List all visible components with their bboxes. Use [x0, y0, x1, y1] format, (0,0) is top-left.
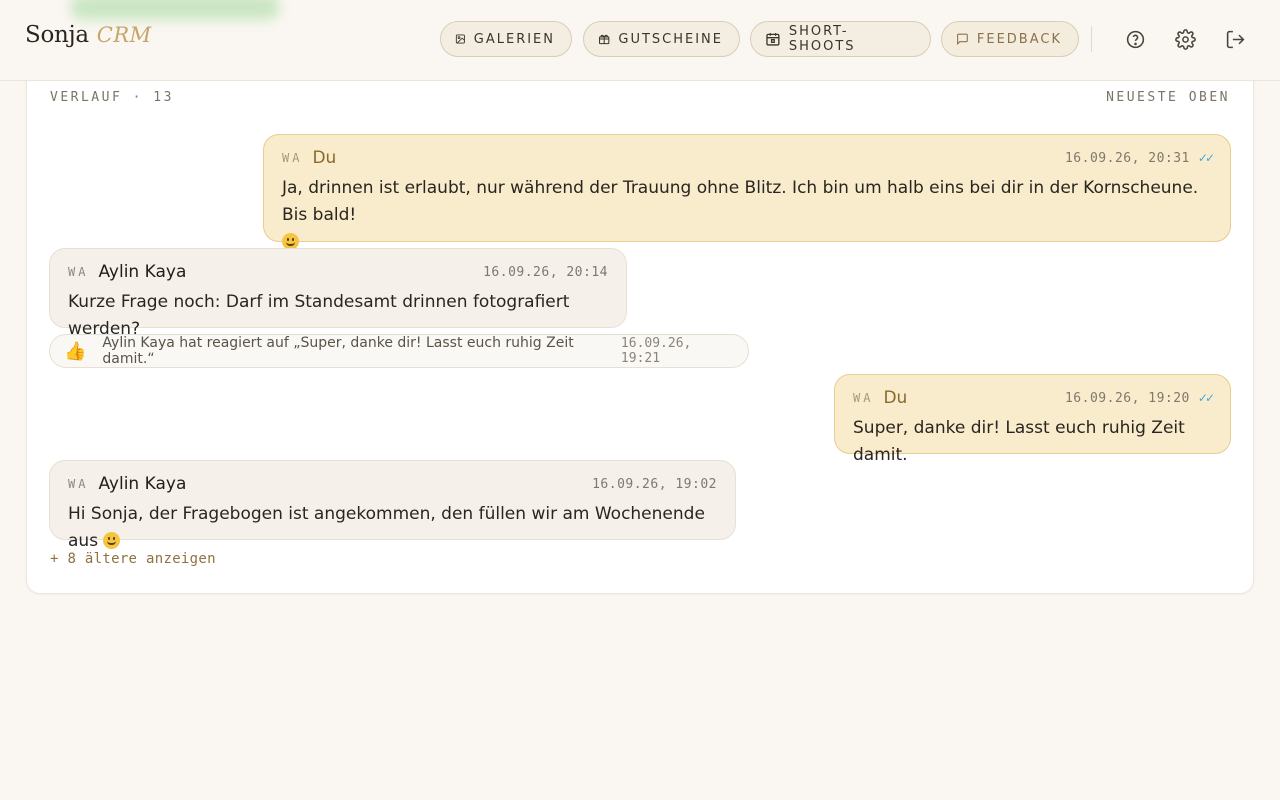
help-circle-icon — [1126, 30, 1144, 48]
sort-order-toggle[interactable]: NEUESTE OBEN — [1106, 90, 1230, 105]
nav-gutscheine-button[interactable]: GUTSCHEINE — [583, 21, 740, 57]
message-source: WA — [68, 477, 89, 491]
reaction-text: Aylin Kaya hat reagiert auf „Super, dank… — [102, 335, 574, 367]
message-text: Kurze Frage noch: Darf im Standesamt dri… — [68, 292, 570, 339]
image-icon — [455, 34, 465, 44]
calendar-icon — [766, 33, 780, 46]
nav-divider — [1091, 26, 1092, 52]
thumbs-up-icon: 👍 — [64, 340, 87, 362]
logout-icon — [1226, 30, 1244, 48]
read-receipt-icon: ✓✓ — [1197, 151, 1215, 165]
message-text: Super, danke dir! Lasst euch ruhig Zeit … — [853, 418, 1185, 465]
top-bar: Sonja CRM GALERIEN GUTSCHEINE SHORT-SHOO… — [0, 0, 1280, 81]
nav-short-shoots-button[interactable]: SHORT-SHOOTS — [750, 21, 931, 57]
reaction-notice: 👍 Aylin Kaya hat reagiert auf „Super, da… — [49, 334, 749, 368]
brand-name: Sonja — [25, 22, 89, 48]
nav-short-shoots-label: SHORT-SHOOTS — [788, 24, 856, 54]
help-button[interactable] — [1124, 28, 1146, 50]
nav-gutscheine-label: GUTSCHEINE — [618, 31, 723, 47]
gift-icon — [599, 34, 610, 45]
message-bubble-incoming: WA Aylin Kaya 16.09.26, 20:14 Kurze Frag… — [49, 248, 627, 339]
message-bubble-outgoing: WA Du 16.09.26, 20:31 ✓✓ Ja, drinnen ist… — [263, 134, 1231, 250]
nav-galerien-button[interactable]: GALERIEN — [440, 21, 572, 57]
message-author: Aylin Kaya — [98, 474, 187, 494]
nav-feedback-label: FEEDBACK — [976, 31, 1062, 47]
nav-feedback-button[interactable]: FEEDBACK — [941, 21, 1079, 57]
message-author: Aylin Kaya — [98, 262, 187, 282]
history-title: VERLAUF · 13 — [50, 90, 174, 105]
message-text: Ja, drinnen ist erlaubt, nur während der… — [282, 178, 1199, 225]
message-source: WA — [282, 151, 303, 165]
toast-notification — [70, 0, 280, 20]
brand-subtitle: CRM — [96, 23, 152, 47]
show-older-link[interactable]: + 8 ältere anzeigen — [50, 551, 216, 567]
settings-button[interactable] — [1174, 28, 1196, 50]
message-timestamp: 16.09.26, 20:14 — [483, 264, 608, 280]
message-timestamp: 16.09.26, 20:31 — [1064, 150, 1190, 166]
gear-icon — [1174, 28, 1196, 50]
message-bubble-outgoing: WA Du 16.09.26, 19:20 ✓✓ Super, danke di… — [834, 374, 1231, 465]
message-source: WA — [68, 265, 89, 279]
message-text: Hi Sonja, der Fragebogen ist angekommen,… — [68, 504, 705, 551]
read-receipt-icon: ✓✓ — [1197, 391, 1215, 405]
nav-galerien-label: GALERIEN — [473, 31, 555, 47]
reaction-timestamp: 16.09.26, 19:21 — [620, 336, 692, 366]
logout-button[interactable] — [1224, 28, 1246, 50]
message-bubble-incoming: WA Aylin Kaya 16.09.26, 19:02 Hi Sonja, … — [49, 460, 736, 551]
message-source: WA — [853, 391, 874, 405]
message-timestamp: 16.09.26, 19:20 — [1064, 390, 1190, 406]
message-timestamp: 16.09.26, 19:02 — [592, 476, 717, 492]
message-square-icon — [957, 33, 968, 46]
smiley-emoji-icon — [103, 532, 121, 549]
message-author: Du — [883, 388, 908, 408]
brand-logo[interactable]: Sonja CRM — [25, 22, 152, 48]
message-author: Du — [312, 148, 337, 168]
